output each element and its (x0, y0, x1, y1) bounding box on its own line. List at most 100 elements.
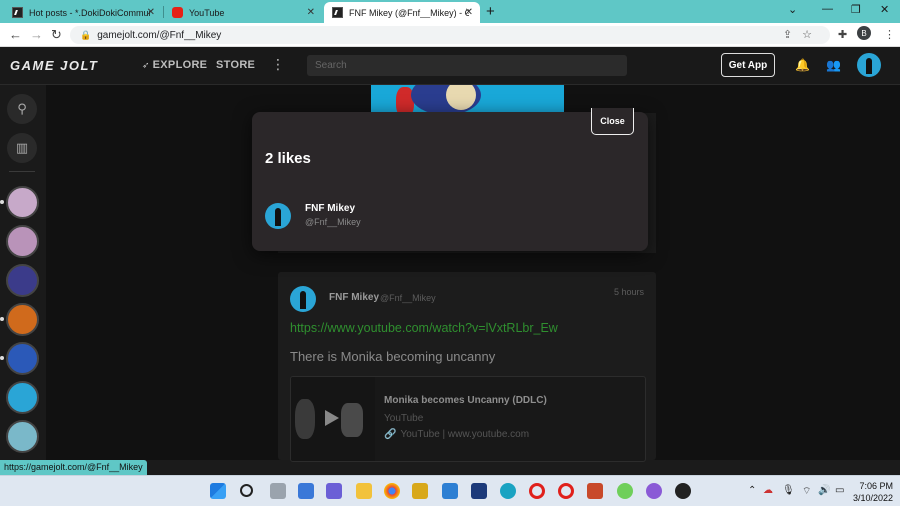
liker-avatar[interactable] (265, 203, 291, 229)
tab-youtube[interactable]: YouTube ✕ (164, 2, 322, 23)
youtube-icon (172, 7, 183, 18)
task-view-icon[interactable] (270, 483, 286, 499)
post-card: FNF Mikey @Fnf__Mikey 5 hours https://ww… (278, 272, 656, 462)
unread-dot (0, 317, 4, 321)
play-icon (325, 410, 339, 426)
community-ddlc-1[interactable] (6, 186, 39, 219)
tab-fnf-mikey[interactable]: FNF Mikey (@Fnf__Mikey) - Gam ✕ (324, 2, 480, 23)
lock-icon: 🔒 (80, 29, 92, 40)
community-7[interactable] (6, 420, 39, 453)
file-explorer-icon[interactable] (356, 483, 372, 499)
chevron-up-icon[interactable]: ⌃ (748, 485, 756, 496)
activity-icon[interactable]: ⚲ (7, 94, 37, 124)
new-tab-button[interactable]: + (486, 3, 495, 20)
site-header: GAME JOLT ➶ EXPLORE STORE ⋮ Search Get A… (0, 47, 900, 85)
taskbar-clock[interactable]: 7:06 PM 3/10/2022 (853, 480, 893, 504)
terminal-icon[interactable] (471, 483, 487, 499)
link-icon: 🔗 (384, 429, 397, 440)
video-thumbnail[interactable] (291, 377, 375, 461)
close-icon[interactable]: ✕ (147, 7, 155, 18)
widgets-icon[interactable] (298, 483, 314, 499)
library-icon[interactable]: ▥ (7, 133, 37, 163)
likes-modal: Close 2 likes FNF Mikey @Fnf__Mikey (252, 108, 648, 251)
omnibox-tools: ⇪☆ (783, 28, 822, 41)
forward-arrow-icon[interactable]: → (30, 27, 43, 42)
nav-explore[interactable]: ➶ EXPLORE (142, 59, 207, 71)
unread-dot (0, 200, 4, 204)
chat-icon[interactable] (326, 483, 342, 499)
more-menu-icon[interactable]: ⋮ (271, 56, 285, 73)
post-image[interactable] (371, 85, 564, 113)
liker-name[interactable]: FNF Mikey (305, 203, 355, 214)
friends-icon[interactable]: 👥 (826, 58, 841, 72)
tab-hot-posts[interactable]: Hot posts - *.DokiDokiCommuni ✕ (4, 2, 162, 23)
window-close-icon[interactable]: ✕ (880, 3, 889, 16)
opera-icon[interactable] (529, 483, 545, 499)
battery-icon[interactable]: ▭ (835, 485, 844, 496)
user-avatar[interactable] (857, 53, 881, 77)
gamejolt-icon (12, 7, 23, 18)
bell-icon[interactable]: 🔔 (795, 58, 810, 72)
link-embed[interactable]: Monika becomes Uncanny (DDLC) YouTube 🔗 Y… (290, 376, 646, 462)
mail-icon[interactable] (442, 483, 458, 499)
nav-store[interactable]: STORE (216, 59, 255, 71)
tab-title: FNF Mikey (@Fnf__Mikey) - Gam (349, 7, 469, 18)
cloud-icon[interactable]: ☁ (763, 485, 773, 496)
volume-icon[interactable]: 🔊 (818, 485, 830, 496)
gamejolt-icon (332, 7, 343, 18)
gamejolt-logo[interactable]: GAME JOLT (10, 58, 98, 73)
search-input[interactable]: Search (307, 55, 627, 76)
clock-time: 7:06 PM (859, 481, 894, 491)
close-icon[interactable]: ✕ (307, 7, 315, 18)
app-icon[interactable] (617, 483, 633, 499)
get-app-button[interactable]: Get App (721, 53, 775, 77)
community-ddlc-2[interactable] (6, 225, 39, 258)
rocket-icon: ➶ (142, 60, 153, 70)
community-4[interactable] (6, 303, 39, 336)
taskbar: ⌃ ☁ 🎙 ⌔ 🔊 ▭ 7:06 PM 3/10/2022 (0, 475, 900, 506)
post-timestamp: 5 hours (613, 287, 644, 297)
star-icon[interactable]: ☆ (802, 29, 822, 41)
liker-handle: @Fnf__Mikey (305, 217, 361, 227)
mic-icon[interactable]: 🎙 (782, 485, 795, 496)
chevron-down-icon[interactable]: ⌄ (788, 3, 797, 16)
post-author-handle: @Fnf__Mikey (380, 293, 436, 303)
rail-divider (9, 171, 35, 172)
browser-toolbar: ← → ↻ 🔒 gamejolt.com/@Fnf__Mikey ⇪☆ ✚ ⋮ (0, 23, 900, 47)
share-icon[interactable]: ⇪ (783, 29, 802, 41)
embed-title: Monika becomes Uncanny (DDLC) (384, 395, 547, 406)
minimize-icon[interactable]: — (822, 3, 833, 15)
edge-icon[interactable] (500, 483, 516, 499)
shield-icon[interactable] (587, 483, 603, 499)
m4-app-icon[interactable] (412, 483, 428, 499)
extensions-icon[interactable]: ✚ (838, 28, 847, 41)
browser-profile-avatar[interactable]: B (857, 26, 871, 40)
post-link[interactable]: https://www.youtube.com/watch?v=lVxtRLbr… (290, 321, 558, 335)
opera-gx-icon[interactable] (558, 483, 574, 499)
reload-icon[interactable]: ↻ (51, 27, 62, 43)
community-3[interactable] (6, 264, 39, 297)
address-bar[interactable]: 🔒 gamejolt.com/@Fnf__Mikey ⇪☆ (70, 26, 830, 44)
chrome-icon[interactable] (384, 483, 400, 499)
embed-source: 🔗 YouTube | www.youtube.com (384, 429, 529, 440)
obs-icon[interactable] (675, 483, 691, 499)
community-sonic[interactable] (6, 342, 39, 375)
search-icon[interactable] (240, 484, 253, 497)
community-fnf[interactable] (6, 381, 39, 414)
post-text: There is Monika becoming uncanny (290, 349, 496, 364)
restore-icon[interactable]: ❐ (851, 3, 861, 16)
author-avatar[interactable] (290, 286, 316, 312)
clock-date: 3/10/2022 (853, 493, 894, 503)
nav-explore-label: EXPLORE (152, 59, 208, 71)
close-icon[interactable]: ✕ (465, 7, 473, 18)
post-author-name[interactable]: FNF Mikey (329, 292, 379, 303)
windows-start-icon[interactable] (210, 483, 226, 499)
close-button[interactable]: Close (591, 108, 634, 135)
tab-title: YouTube (189, 7, 225, 18)
app-icon[interactable] (646, 483, 662, 499)
browser-tabstrip: Hot posts - *.DokiDokiCommuni ✕ YouTube … (0, 0, 900, 23)
url-text: gamejolt.com/@Fnf__Mikey (97, 29, 222, 41)
wifi-icon[interactable]: ⌔ (802, 485, 811, 498)
browser-menu-icon[interactable]: ⋮ (884, 28, 895, 41)
back-arrow-icon[interactable]: ← (9, 27, 22, 42)
